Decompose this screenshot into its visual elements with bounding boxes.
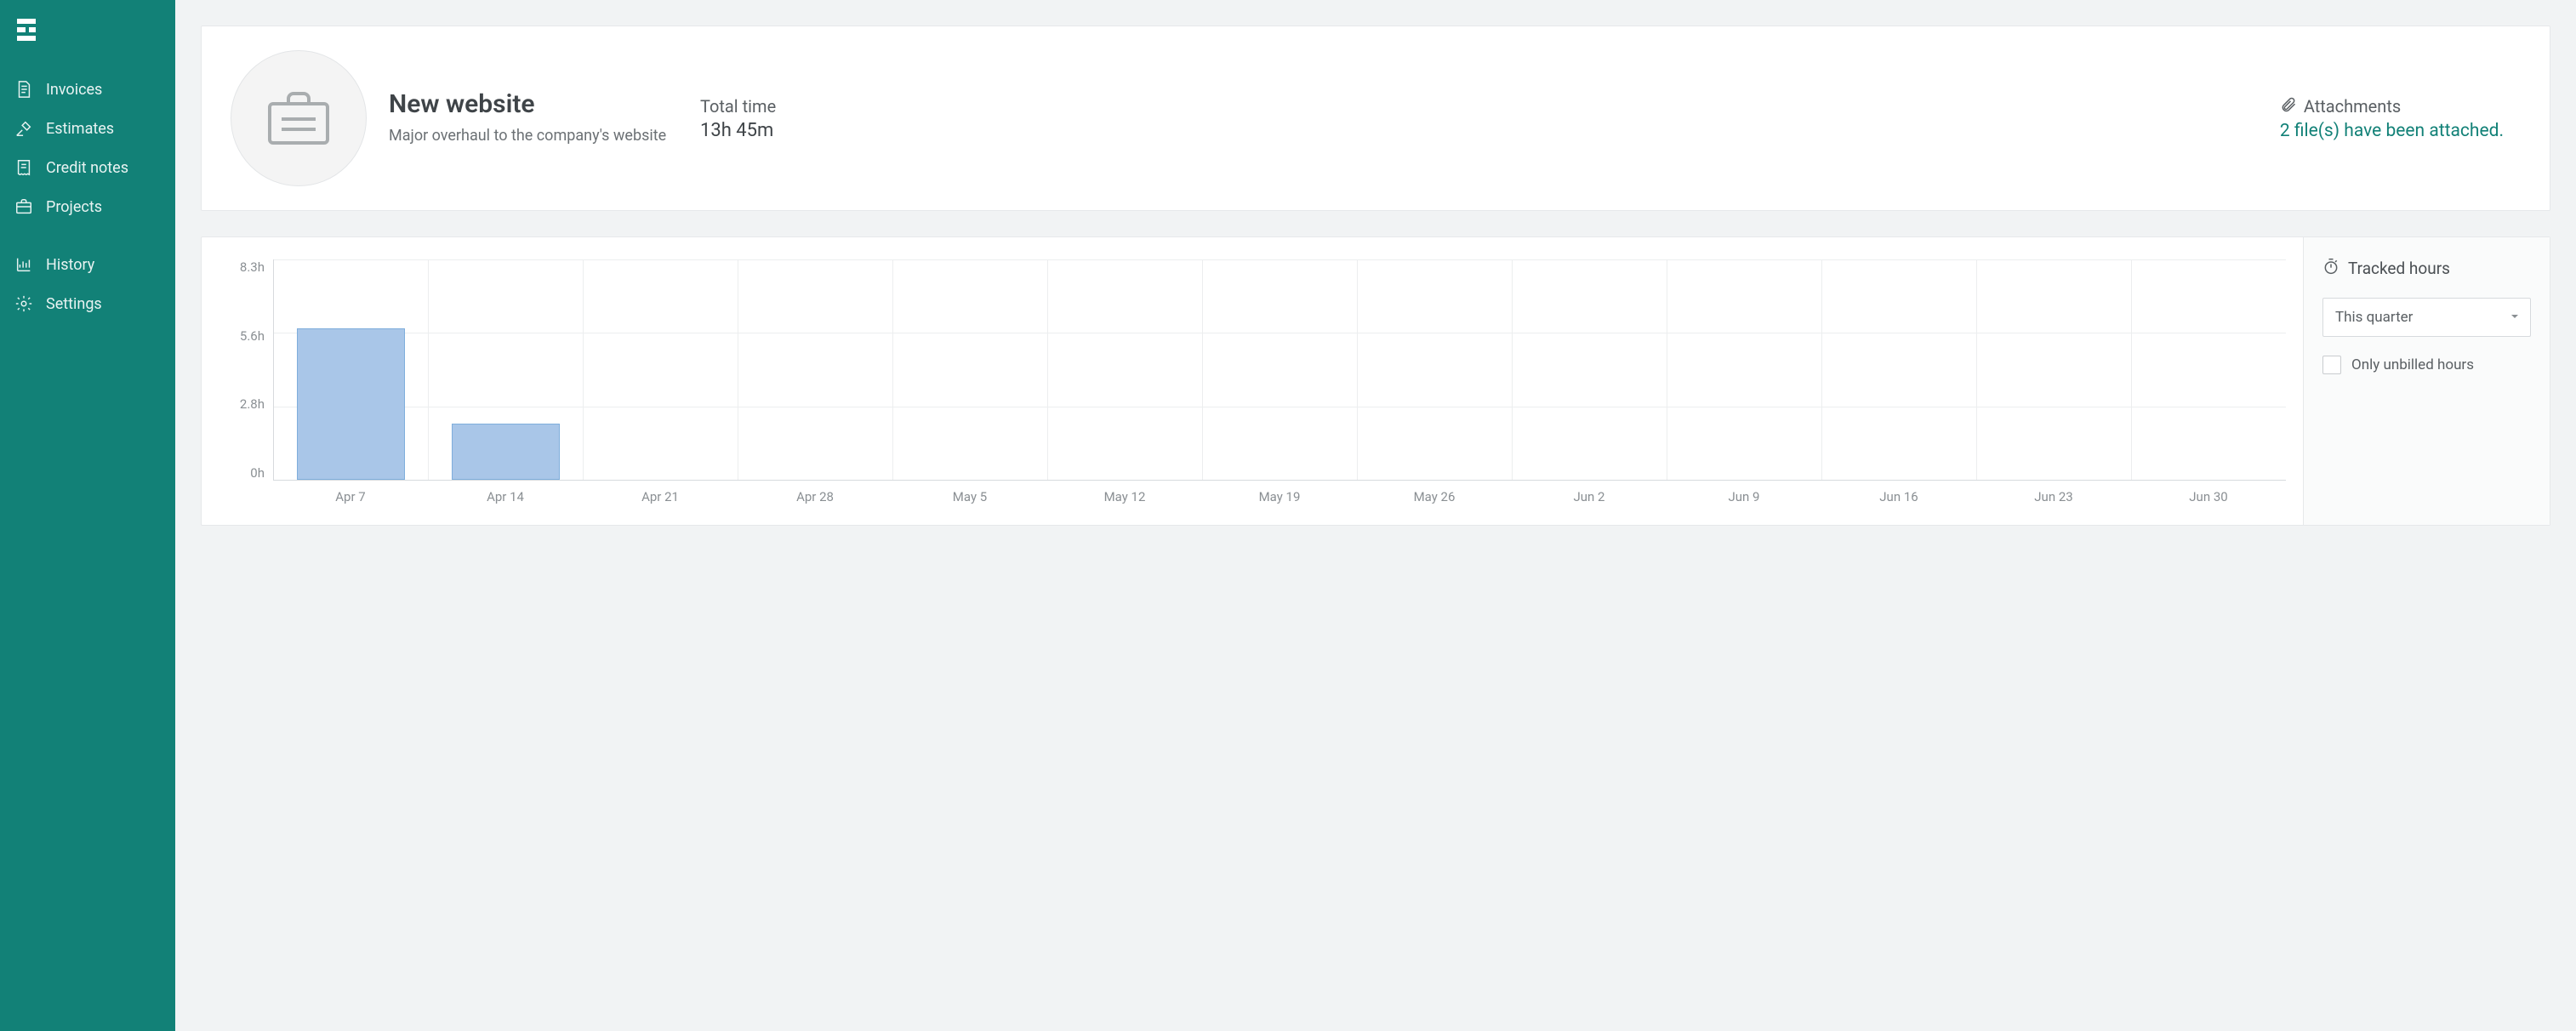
total-time-label: Total time <box>700 96 921 117</box>
sidebar-item-invoices[interactable]: Invoices <box>0 70 175 109</box>
receipt-icon <box>14 158 34 177</box>
x-tick: Apr 28 <box>738 489 892 504</box>
sidebar-item-label: Credit notes <box>46 159 128 177</box>
x-tick: Apr 7 <box>273 489 428 504</box>
x-tick: Jun 30 <box>2131 489 2286 504</box>
chart-bar-column <box>1667 259 1822 480</box>
gavel-icon <box>14 119 34 138</box>
briefcase-icon <box>14 197 34 216</box>
sidebar: Invoices Estimates Credit notes <box>0 0 175 1031</box>
chart-x-axis: Apr 7Apr 14Apr 21Apr 28May 5May 12May 19… <box>273 489 2286 504</box>
attachments-link[interactable]: 2 file(s) have been attached. <box>2280 121 2504 141</box>
chart-bar-column <box>274 259 429 480</box>
sidebar-item-credit-notes[interactable]: Credit notes <box>0 148 175 187</box>
chart-grid <box>273 259 2286 481</box>
chart-bar-column <box>1048 259 1203 480</box>
chevron-down-icon <box>2510 309 2520 326</box>
x-tick: May 19 <box>1202 489 1357 504</box>
chart-bar-column <box>1203 259 1358 480</box>
chart-bar-column <box>893 259 1048 480</box>
chart-bar-column <box>1358 259 1513 480</box>
checkbox-box <box>2322 356 2341 374</box>
sidebar-item-label: History <box>46 256 94 274</box>
checkbox-label: Only unbilled hours <box>2351 356 2474 373</box>
x-tick: May 5 <box>892 489 1047 504</box>
x-tick: May 12 <box>1047 489 1202 504</box>
sidebar-item-label: Projects <box>46 198 102 216</box>
chart-area: 8.3h 5.6h 2.8h 0h Apr 7Apr 14Apr 21Apr 2… <box>202 237 2303 525</box>
y-tick: 0h <box>250 465 265 481</box>
sidebar-item-estimates[interactable]: Estimates <box>0 109 175 148</box>
x-tick: Jun 2 <box>1512 489 1667 504</box>
chart-bar[interactable] <box>297 328 405 480</box>
project-avatar <box>231 50 367 186</box>
stopwatch-icon <box>2322 258 2339 279</box>
chart-bar-column <box>1822 259 1977 480</box>
sidebar-item-label: Estimates <box>46 120 114 138</box>
x-tick: Jun 9 <box>1667 489 1821 504</box>
app-logo[interactable] <box>0 12 175 65</box>
x-tick: Apr 21 <box>583 489 738 504</box>
select-value: This quarter <box>2335 309 2413 326</box>
x-tick: May 26 <box>1357 489 1512 504</box>
chart-bar[interactable] <box>452 424 560 480</box>
sidebar-item-label: Invoices <box>46 81 102 99</box>
y-tick: 8.3h <box>240 259 265 275</box>
gear-icon <box>14 294 34 313</box>
project-header-card: New website Major overhaul to the compan… <box>201 26 2550 211</box>
x-tick: Jun 23 <box>1976 489 2131 504</box>
unbilled-hours-checkbox[interactable]: Only unbilled hours <box>2322 356 2531 374</box>
y-tick: 5.6h <box>240 328 265 344</box>
chart-bar-column <box>738 259 893 480</box>
invoice-icon <box>14 80 34 99</box>
main-content: New website Major overhaul to the compan… <box>175 0 2576 1031</box>
attachments-label: Attachments <box>2304 96 2401 117</box>
chart-bar-column <box>1513 259 1667 480</box>
x-tick: Apr 14 <box>428 489 583 504</box>
project-title: New website <box>389 89 678 119</box>
sidebar-item-projects[interactable]: Projects <box>0 187 175 226</box>
chart-bar-column <box>2132 259 2286 480</box>
chart-icon <box>14 255 34 274</box>
project-subtitle: Major overhaul to the company's website <box>389 124 678 147</box>
y-tick: 2.8h <box>240 396 265 412</box>
tracked-hours-card: 8.3h 5.6h 2.8h 0h Apr 7Apr 14Apr 21Apr 2… <box>201 236 2550 526</box>
chart-bar-column <box>584 259 738 480</box>
sidebar-item-settings[interactable]: Settings <box>0 284 175 323</box>
sidebar-item-label: Settings <box>46 295 102 313</box>
chart-y-axis: 8.3h 5.6h 2.8h 0h <box>227 259 273 481</box>
chart-bar-column <box>429 259 584 480</box>
controls-title-text: Tracked hours <box>2348 259 2450 278</box>
paperclip-icon <box>2280 96 2297 117</box>
sidebar-item-history[interactable]: History <box>0 245 175 284</box>
chart-bar-column <box>1977 259 2132 480</box>
total-time-value: 13h 45m <box>700 120 921 141</box>
x-tick: Jun 16 <box>1821 489 1976 504</box>
chart-controls: Tracked hours This quarter Only unbilled… <box>2303 237 2550 525</box>
date-range-select[interactable]: This quarter <box>2322 298 2531 337</box>
